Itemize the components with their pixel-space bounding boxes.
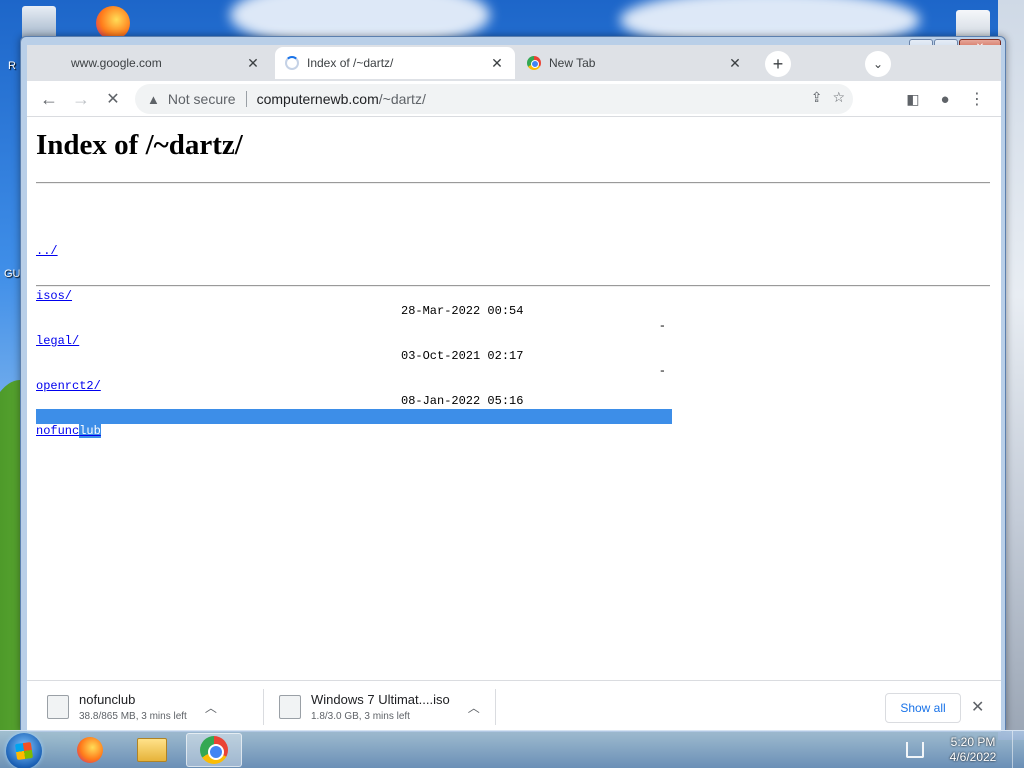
show-all-button[interactable]: Show all: [885, 693, 961, 723]
directory-listing: ../ isos/ 28-Mar-2022 00:54 - legal/ 03-…: [36, 199, 672, 468]
url-path: /~dartz/: [378, 91, 426, 107]
top-divider: [36, 182, 990, 184]
bookmark-star-icon[interactable]: ☆: [832, 89, 845, 106]
tab-title: Index of /~dartz/: [307, 56, 394, 70]
warning-icon[interactable]: ▲: [147, 92, 160, 107]
back-button[interactable]: ←: [35, 85, 63, 113]
arrow-right-icon: →: [72, 88, 90, 109]
chevron-up-icon[interactable]: ︿: [205, 699, 217, 716]
loading-spinner-icon: [285, 56, 299, 70]
arrow-left-icon: ←: [40, 88, 58, 109]
omnibox-divider: [245, 91, 247, 107]
download-name: nofunclub: [79, 692, 136, 707]
firefox-icon: [77, 737, 103, 763]
page-content: Index of /~dartz/ ../ isos/ 28-Mar-2022 …: [27, 117, 1001, 680]
bottom-divider: [36, 285, 990, 287]
clock-time: 5:20 PM: [950, 735, 996, 749]
entry-date: 03-Oct-2021 02:17: [401, 349, 524, 363]
download-item[interactable]: nofunclub 38.8/865 MB, 3 mins left ︿: [47, 687, 257, 727]
clock-date: 4/6/2022: [949, 750, 997, 764]
taskbar-firefox[interactable]: [62, 733, 118, 767]
side-panel-button[interactable]: ◧: [899, 85, 927, 113]
profile-icon: ●: [940, 90, 950, 108]
show-desktop-button[interactable]: [1012, 731, 1024, 768]
tab-title: New Tab: [549, 56, 596, 70]
close-icon: ✕: [106, 91, 120, 108]
plus-icon: +: [772, 53, 784, 74]
tab-new-tab[interactable]: New Tab ✕: [517, 47, 753, 79]
link-text-part: lub: [79, 424, 101, 438]
close-download-bar-icon[interactable]: ✕: [971, 697, 984, 717]
forward-button[interactable]: →: [67, 85, 95, 113]
file-link-nofunclub[interactable]: nofunclub: [36, 424, 101, 439]
new-tab-button[interactable]: +: [765, 51, 791, 77]
entry-date: 28-Mar-2022 00:54: [401, 304, 524, 318]
dir-link-legal[interactable]: legal/: [36, 334, 79, 349]
chrome-icon: [527, 56, 541, 70]
download-divider: [263, 689, 264, 725]
dir-link-openrct2[interactable]: openrct2/: [36, 379, 101, 394]
download-text: Windows 7 Ultimat....iso 1.8/3.0 GB, 3 m…: [311, 692, 450, 722]
share-icon[interactable]: ⇪: [811, 89, 823, 106]
side-panel-icon: ◧: [906, 90, 920, 107]
parent-dir-link[interactable]: ../: [36, 244, 58, 259]
url-host: computernewb.com: [256, 91, 379, 107]
taskbar-chrome[interactable]: [186, 733, 242, 767]
tab-title: www.google.com: [71, 56, 162, 70]
browser-toolbar: ← → ✕ ▲ Not secure computernewb.com/~dar…: [27, 81, 1001, 117]
chrome-icon: [200, 736, 228, 764]
tab-close-icon[interactable]: ✕: [489, 55, 505, 72]
download-name: Windows 7 Ultimat....iso: [311, 692, 450, 707]
omnibox-actions: ⇪ ☆: [811, 89, 845, 106]
chevron-up-icon[interactable]: ︿: [468, 699, 480, 716]
download-status: 38.8/865 MB, 3 mins left: [79, 711, 187, 722]
download-bar: nofunclub 38.8/865 MB, 3 mins left ︿ Win…: [27, 680, 1001, 732]
clock[interactable]: 5:20 PM 4/6/2022: [938, 735, 1008, 765]
disc-image-icon: [279, 695, 301, 719]
browser-window: – ▭ ✕ www.google.com ✕ Index of /~dartz/…: [20, 36, 1006, 732]
entry-date: 08-Jan-2022 05:16: [401, 394, 524, 408]
profile-button[interactable]: ●: [931, 85, 959, 113]
menu-button[interactable]: ⋮: [963, 85, 991, 113]
tab-strip: www.google.com ✕ Index of /~dartz/ ✕ New…: [27, 45, 1001, 81]
url-text[interactable]: computernewb.com/~dartz/: [257, 91, 426, 107]
entry-size: 907018240: [601, 454, 666, 468]
download-status: 1.8/3.0 GB, 3 mins left: [311, 711, 410, 722]
entry-date: 30-Oct-2019 09:46: [401, 439, 524, 453]
file-icon: [47, 695, 69, 719]
desktop-icon-label: R: [8, 60, 16, 72]
tab-google[interactable]: www.google.com ✕: [27, 47, 271, 79]
tab-search-button[interactable]: ⌄: [865, 51, 891, 77]
tab-close-icon[interactable]: ✕: [245, 55, 261, 72]
start-button[interactable]: [6, 733, 42, 768]
tab-close-icon[interactable]: ✕: [727, 55, 743, 72]
security-status[interactable]: Not secure: [168, 91, 236, 107]
firefox-desktop-icon[interactable]: [96, 6, 130, 40]
taskbar-explorer[interactable]: [124, 733, 180, 767]
more-vert-icon: ⋮: [969, 91, 985, 108]
download-divider: [495, 689, 496, 725]
folder-icon: [137, 738, 167, 762]
listing-row: legal/ 03-Oct-2021 02:17 -: [36, 319, 672, 378]
listing-row: openrct2/ 08-Jan-2022 05:16 -: [36, 364, 672, 423]
listing-row: ../: [36, 229, 672, 258]
download-item[interactable]: Windows 7 Ultimat....iso 1.8/3.0 GB, 3 m…: [279, 687, 489, 727]
chevron-down-icon: ⌄: [872, 57, 884, 71]
dir-link-isos[interactable]: isos/: [36, 289, 72, 304]
link-text-part: nofunc: [36, 424, 80, 438]
tab-index-dartz[interactable]: Index of /~dartz/ ✕: [275, 47, 515, 79]
download-text: nofunclub 38.8/865 MB, 3 mins left: [79, 692, 187, 722]
taskbar: 5:20 PM 4/6/2022: [0, 730, 1024, 768]
recycle-bin-icon[interactable]: [22, 6, 56, 40]
page-title: Index of /~dartz/: [36, 129, 243, 161]
network-icon[interactable]: [906, 742, 924, 758]
desktop-icon-label: GU: [4, 268, 21, 280]
address-bar[interactable]: ▲ Not secure computernewb.com/~dartz/ ⇪ …: [135, 84, 853, 114]
listing-row-selected: nofunclub 30-Oct-2019 09:46 907018240: [36, 409, 672, 468]
stop-loading-button[interactable]: ✕: [99, 85, 127, 113]
system-tray: 5:20 PM 4/6/2022: [906, 731, 1024, 768]
